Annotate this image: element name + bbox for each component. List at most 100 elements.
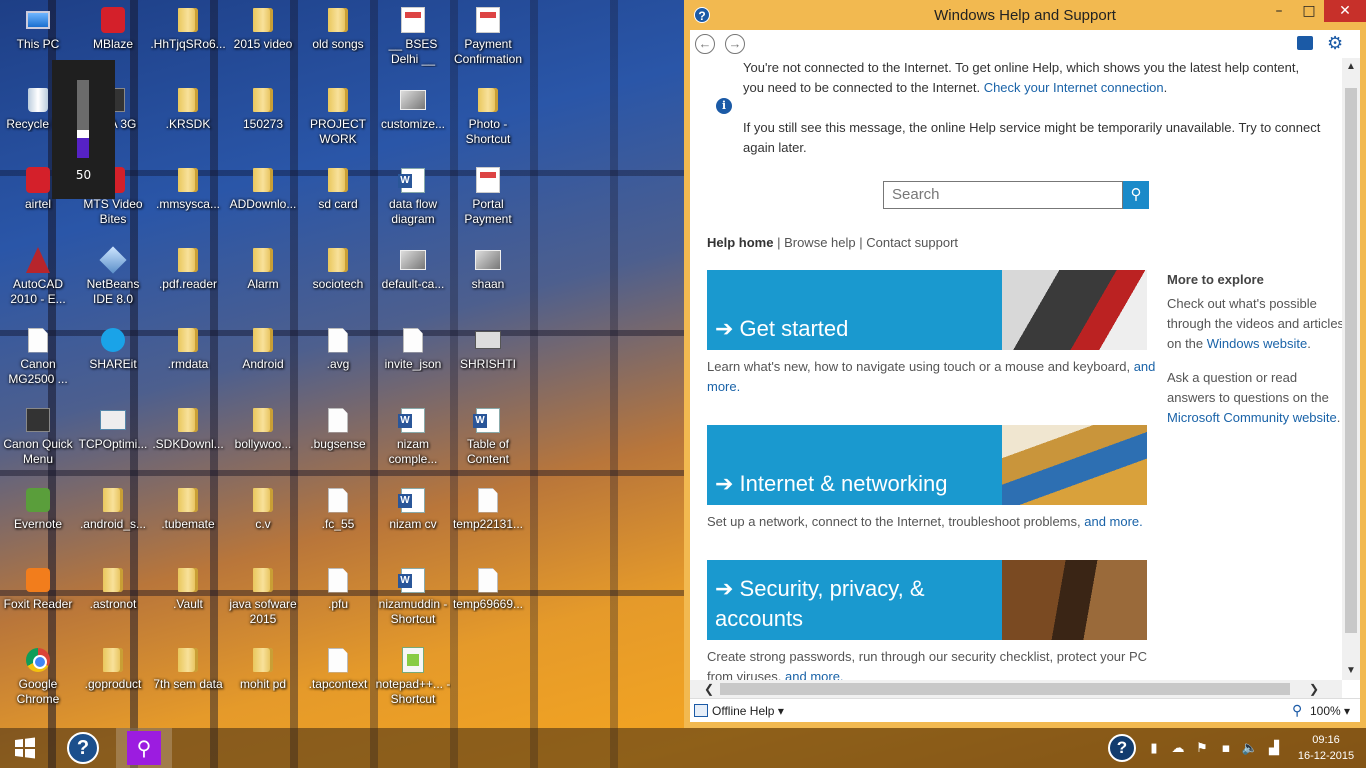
and-more-link[interactable]: and more. (1084, 514, 1143, 529)
desktop-icon[interactable]: nizamuddin - Shortcut (375, 560, 451, 638)
desktop-icon[interactable]: Foxit Reader (0, 560, 76, 638)
back-button[interactable]: ← (695, 34, 715, 54)
network-icon[interactable]: ▟ (1262, 741, 1286, 756)
tile-get-started[interactable]: ➔ Get started (707, 270, 1147, 350)
desktop-icon[interactable]: Table of Content (450, 400, 526, 478)
scroll-thumb[interactable] (1345, 88, 1357, 633)
desktop-icon[interactable]: sociotech (300, 240, 376, 318)
offline-help-dropdown[interactable]: Offline Help ▾ (712, 704, 784, 718)
desktop-icon[interactable]: notepad++... - Shortcut (375, 640, 451, 718)
desktop-icon[interactable]: .avg (300, 320, 376, 398)
scroll-right-icon[interactable]: ❯ (1305, 680, 1323, 698)
volume-flyout[interactable]: 50 (52, 60, 115, 199)
gear-icon[interactable]: ⚙ (1327, 33, 1343, 53)
desktop-icon[interactable]: Android (225, 320, 301, 398)
browse-help-link[interactable]: Browse help (784, 235, 856, 250)
desktop-icon[interactable]: .mmsysca... (150, 160, 226, 238)
tray-help-button[interactable]: ? (1102, 734, 1142, 762)
desktop-icon[interactable]: NetBeans IDE 8.0 (75, 240, 151, 318)
scroll-left-icon[interactable]: ❮ (700, 680, 718, 698)
desktop-icon[interactable]: Canon Quick Menu (0, 400, 76, 478)
desktop-icon[interactable]: .astronot (75, 560, 151, 638)
scroll-down-icon[interactable]: ▼ (1342, 662, 1360, 680)
desktop-icon[interactable]: .KRSDK (150, 80, 226, 158)
desktop-icon[interactable]: mohit pd (225, 640, 301, 718)
desktop-icon[interactable]: Canon MG2500 ... (0, 320, 76, 398)
check-connection-link[interactable]: Check your Internet connection (984, 80, 1164, 95)
desktop-icon[interactable]: Photo - Shortcut (450, 80, 526, 158)
desktop-icon[interactable]: SHRISHTI (450, 320, 526, 398)
desktop-icon[interactable]: .Vault (150, 560, 226, 638)
desktop-icon[interactable]: PROJECT WORK (300, 80, 376, 158)
help-home-link[interactable]: Help home (707, 235, 773, 250)
windows-website-link[interactable]: Windows website (1207, 336, 1307, 351)
desktop-icon[interactable]: customize... (375, 80, 451, 158)
battery-icon[interactable]: ▮ (1142, 741, 1166, 756)
print-icon[interactable] (1297, 36, 1313, 50)
desktop-icon[interactable]: bollywoo... (225, 400, 301, 478)
desktop-icon[interactable]: __ BSES Delhi __ (375, 0, 451, 78)
speaker-icon[interactable]: 🔈 (1238, 741, 1262, 756)
forward-button[interactable]: → (725, 34, 745, 54)
desktop-icon[interactable]: c.v (225, 480, 301, 558)
app-tray-icon[interactable]: ▪ (1214, 741, 1238, 756)
onedrive-icon[interactable]: ☁ (1166, 741, 1190, 756)
desktop-icon[interactable]: Google Chrome (0, 640, 76, 718)
desktop-icon[interactable]: temp22131... (450, 480, 526, 558)
scroll-up-icon[interactable]: ▲ (1342, 58, 1360, 76)
horizontal-scrollbar[interactable]: ❮ ❯ (690, 680, 1342, 698)
desktop-icon[interactable]: default-ca... (375, 240, 451, 318)
desktop-icon[interactable]: Payment Confirmation (450, 0, 526, 78)
taskbar-search-button[interactable]: ⚲ (116, 728, 172, 768)
desktop-icon[interactable]: temp69669... (450, 560, 526, 638)
desktop-icon[interactable]: data flow diagram (375, 160, 451, 238)
desktop-icon[interactable]: .SDKDownl... (150, 400, 226, 478)
desktop-icon[interactable]: nizam comple... (375, 400, 451, 478)
vertical-scrollbar[interactable]: ▲ ▼ (1342, 58, 1360, 680)
desktop-icon[interactable]: 150273 (225, 80, 301, 158)
desktop-icon[interactable]: AutoCAD 2010 - E... (0, 240, 76, 318)
desktop-icon[interactable]: .fc_55 (300, 480, 376, 558)
maximize-button[interactable]: □ (1294, 0, 1324, 22)
desktop-icon[interactable]: .goproduct (75, 640, 151, 718)
tile-security-privacy[interactable]: ➔ Security, privacy, & accounts (707, 560, 1147, 640)
minimize-button[interactable]: – (1264, 0, 1294, 22)
desktop-icon[interactable]: .pfu (300, 560, 376, 638)
desktop-icon[interactable]: Portal Payment (450, 160, 526, 238)
taskbar-help-button[interactable]: ? (58, 728, 108, 768)
and-more-link[interactable]: and more. (785, 669, 844, 680)
tile-internet-networking[interactable]: ➔ Internet & networking (707, 425, 1147, 505)
start-button[interactable] (0, 728, 50, 768)
clock[interactable]: 09:16 16-12-2015 (1286, 732, 1366, 764)
volume-thumb[interactable] (77, 130, 89, 138)
desktop-icon[interactable]: shaan (450, 240, 526, 318)
desktop-icon[interactable]: .android_s... (75, 480, 151, 558)
search-input[interactable]: Search (883, 181, 1123, 209)
zoom-dropdown[interactable]: 100% ▾ (1310, 704, 1350, 718)
scroll-thumb[interactable] (720, 683, 1290, 695)
desktop-icon[interactable]: nizam cv (375, 480, 451, 558)
desktop-icon[interactable]: invite_json (375, 320, 451, 398)
desktop-icon[interactable]: 2015 video (225, 0, 301, 78)
desktop-icon[interactable]: old songs (300, 0, 376, 78)
desktop-icon[interactable]: .rmdata (150, 320, 226, 398)
desktop-icon[interactable]: Evernote (0, 480, 76, 558)
flag-icon[interactable]: ⚑ (1190, 741, 1214, 756)
desktop-icon[interactable]: .HhTjqSRo6... (150, 0, 226, 78)
desktop-icon[interactable]: TCPOptimi... (75, 400, 151, 478)
desktop-icon[interactable]: .tapcontext (300, 640, 376, 718)
desktop-icon[interactable]: .bugsense (300, 400, 376, 478)
search-button[interactable]: ⚲ (1123, 181, 1149, 209)
community-website-link[interactable]: Microsoft Community website (1167, 410, 1337, 425)
close-button[interactable]: ✕ (1324, 0, 1366, 22)
desktop-icon[interactable]: 7th sem data (150, 640, 226, 718)
title-bar[interactable]: ? Windows Help and Support – □ ✕ (684, 0, 1366, 30)
desktop-icon[interactable]: .tubemate (150, 480, 226, 558)
desktop-icon[interactable]: Alarm (225, 240, 301, 318)
desktop-icon[interactable]: .pdf.reader (150, 240, 226, 318)
desktop-icon[interactable]: java sofware 2015 (225, 560, 301, 638)
contact-support-link[interactable]: Contact support (866, 235, 958, 250)
desktop-icon[interactable]: SHAREit (75, 320, 151, 398)
desktop-icon[interactable]: sd card (300, 160, 376, 238)
desktop-icon[interactable]: ADDownlo... (225, 160, 301, 238)
